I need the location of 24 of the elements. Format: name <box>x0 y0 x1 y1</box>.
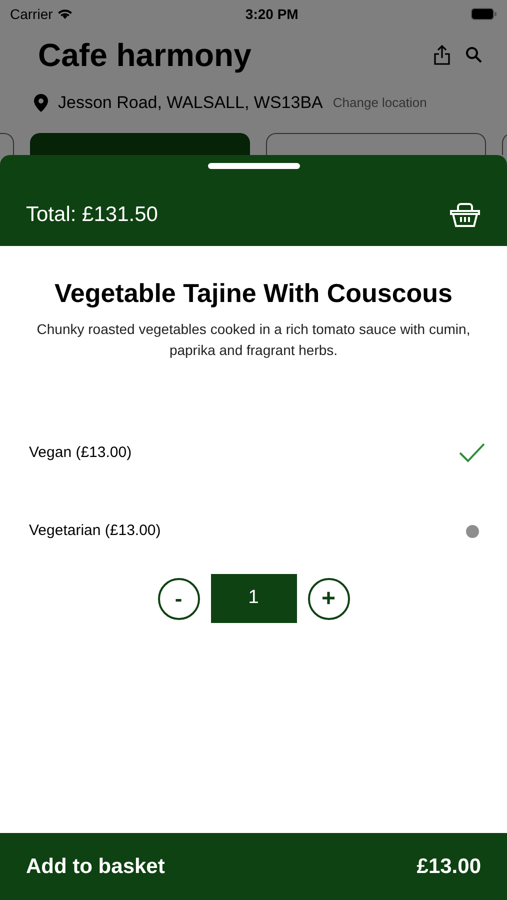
battery-icon <box>470 8 497 20</box>
total-label: Total: £131.50 <box>26 202 158 228</box>
option-label: Vegan (£13.00) <box>29 442 132 463</box>
location-pin-icon <box>34 94 48 112</box>
drag-handle[interactable] <box>208 163 300 169</box>
item-title: Vegetable Tajine With Couscous <box>53 277 454 310</box>
location-text: Jesson Road, WALSALL, WS13BA <box>58 92 323 114</box>
search-icon[interactable] <box>465 46 483 64</box>
carrier-label: Carrier <box>10 4 53 24</box>
increase-button[interactable]: + <box>308 578 350 620</box>
price-label: £13.00 <box>416 854 481 880</box>
option-row[interactable]: Vegan (£13.00) <box>0 414 507 492</box>
option-label: Vegetarian (£13.00) <box>29 520 161 541</box>
add-to-basket-button[interactable]: Add to basket £13.00 <box>0 833 507 900</box>
add-label: Add to basket <box>26 854 165 880</box>
item-description: Chunky roasted vegetables cooked in a rich tomato sauce with cumin, paprika and fragrant herbs. <box>36 320 472 360</box>
basket-icon[interactable] <box>449 202 481 228</box>
share-icon[interactable] <box>433 44 451 66</box>
option-row[interactable]: Vegetarian (£13.00) <box>0 492 507 570</box>
wifi-icon <box>56 8 73 20</box>
quantity-value: 1 <box>210 574 296 623</box>
decrease-button[interactable]: - <box>158 578 200 620</box>
clock: 3:20 PM <box>245 4 298 24</box>
cafe-title: Cafe harmony <box>38 36 252 75</box>
